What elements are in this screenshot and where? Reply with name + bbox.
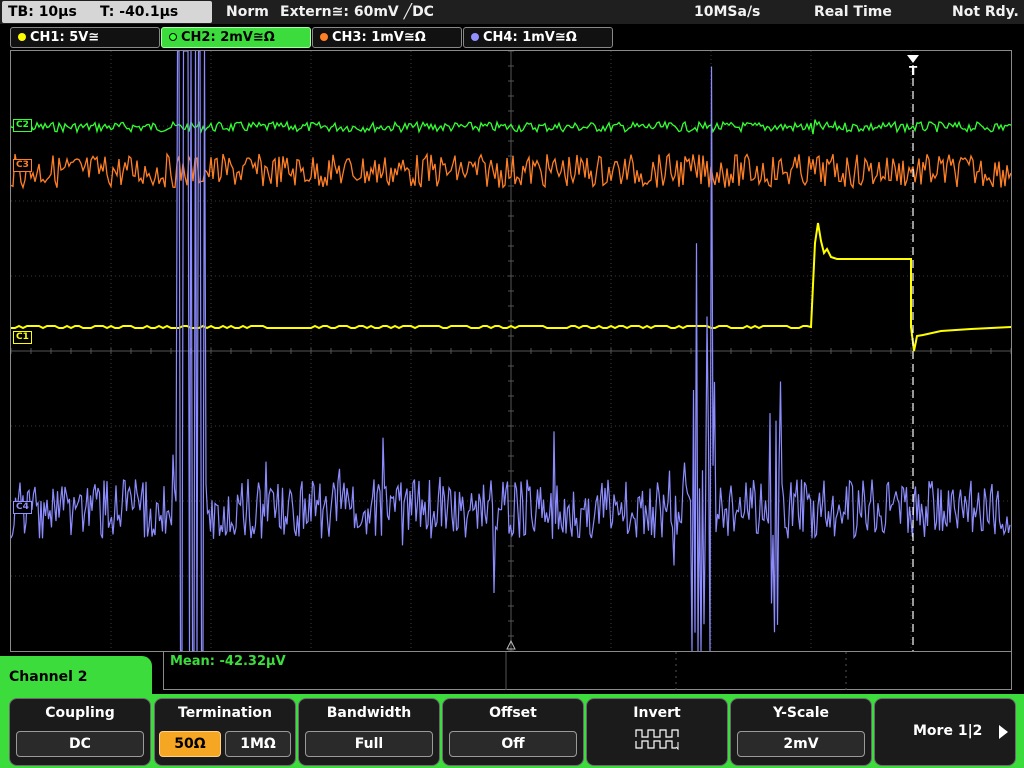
trigger-status: Not Rdy. xyxy=(952,4,1019,20)
termination-50-ohm[interactable]: 50Ω xyxy=(159,731,221,757)
offset-title: Offset xyxy=(489,705,537,721)
channel-tab-label: CH4: 1mV≅Ω xyxy=(483,30,577,45)
graticule xyxy=(11,51,1011,651)
ch3-ground-marker[interactable]: C3 xyxy=(13,159,32,172)
trigger-position-marker[interactable] xyxy=(907,55,919,63)
timebase-box[interactable]: TB: 10µs T: -40.1µs xyxy=(2,1,212,23)
ch2-ground-marker[interactable]: C2 xyxy=(13,119,32,132)
ch3-color-dot xyxy=(320,33,328,41)
timebase-readout: TB: 10µs xyxy=(8,4,77,20)
trigger-mode[interactable]: Norm xyxy=(226,0,269,24)
invert-title: Invert xyxy=(633,705,681,721)
channel-tab-label: CH2: 2mV≅Ω xyxy=(181,30,275,45)
coupling-softkey[interactable]: Coupling DC xyxy=(9,698,151,766)
ch2-color-dot xyxy=(169,33,177,41)
bandwidth-title: Bandwidth xyxy=(326,705,412,721)
yscale-value[interactable]: 2mV xyxy=(737,731,865,757)
invert-softkey[interactable]: Invert xyxy=(586,698,728,766)
trigger-source[interactable]: Extern≅: 60mV ╱DC xyxy=(280,0,434,24)
ch1-color-dot xyxy=(18,33,26,41)
yscale-title: Y-Scale xyxy=(772,705,829,721)
status-bar: TB: 10µs T: -40.1µs Norm Extern≅: 60mV ╱… xyxy=(0,0,1024,24)
invert-waveform-icon xyxy=(635,729,679,751)
more-softkey[interactable]: More 1|2 xyxy=(874,698,1016,766)
offset-value[interactable]: Off xyxy=(449,731,577,757)
more-label: More 1|2 xyxy=(913,723,983,739)
acquisition-mode: Real Time xyxy=(814,4,892,20)
trigger-t-symbol: T xyxy=(909,64,918,78)
channel-tab-label: CH3: 1mV≅Ω xyxy=(332,30,426,45)
trigger-time-readout: T: -40.1µs xyxy=(100,4,179,20)
yscale-softkey[interactable]: Y-Scale 2mV xyxy=(730,698,872,766)
coupling-value[interactable]: DC xyxy=(16,731,144,757)
ch4-color-dot xyxy=(471,33,479,41)
waveform-canvas: T xyxy=(11,51,1011,651)
menu-title: Channel 2 xyxy=(9,669,88,685)
arrow-right-icon xyxy=(999,725,1008,739)
termination-1m-ohm[interactable]: 1MΩ xyxy=(225,731,291,757)
channel-tab-1[interactable]: CH1: 5V≅ xyxy=(10,27,160,48)
measurement-panel[interactable]: Mean: -42.32µV xyxy=(163,652,1012,690)
ch4-ground-marker[interactable]: C4 xyxy=(13,501,32,514)
sample-rate: 10MSa/s xyxy=(694,4,761,20)
termination-softkey[interactable]: Termination 50Ω 1MΩ xyxy=(154,698,296,766)
bandwidth-value[interactable]: Full xyxy=(305,731,433,757)
channel-tab-3[interactable]: CH3: 1mV≅Ω xyxy=(312,27,462,48)
channel-tab-2[interactable]: CH2: 2mV≅Ω xyxy=(161,27,311,48)
measurement-graticule xyxy=(505,652,847,690)
channel-tab-label: CH1: 5V≅ xyxy=(30,30,100,45)
channel-tab-4[interactable]: CH4: 1mV≅Ω xyxy=(463,27,613,48)
waveform-display[interactable]: T C2 C3 C1 C4 xyxy=(10,50,1012,652)
bandwidth-softkey[interactable]: Bandwidth Full xyxy=(298,698,440,766)
ch1-ground-marker[interactable]: C1 xyxy=(13,331,32,344)
channel-tabs: CH1: 5V≅ CH2: 2mV≅Ω CH3: 1mV≅Ω CH4: 1mV≅… xyxy=(0,26,1024,48)
offset-softkey[interactable]: Offset Off xyxy=(442,698,584,766)
termination-title: Termination xyxy=(178,705,272,721)
coupling-title: Coupling xyxy=(45,705,115,721)
